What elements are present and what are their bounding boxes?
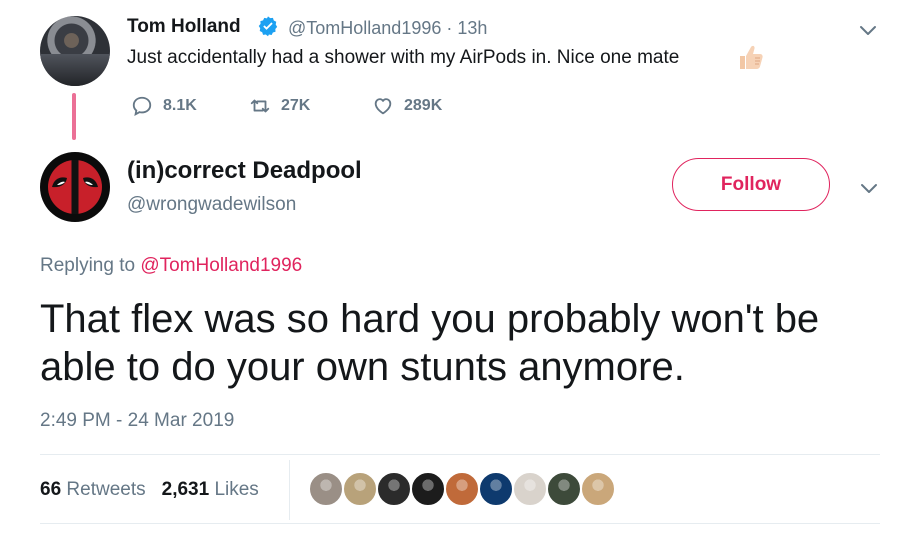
likes-count: 2,631 <box>161 479 210 500</box>
liker-avatar[interactable] <box>478 471 514 507</box>
thread-connector-line <box>72 93 76 140</box>
thumbs-up-emoji-icon <box>740 45 763 69</box>
heart-icon <box>374 98 392 115</box>
liker-avatar[interactable] <box>376 471 412 507</box>
replying-to-prefix: Replying to <box>40 255 141 276</box>
liker-avatars <box>308 471 616 507</box>
like-count: 289K <box>404 97 443 114</box>
replying-to-mention-link[interactable]: @TomHolland1996 <box>140 255 302 276</box>
reply-action[interactable]: 8.1K <box>131 95 197 117</box>
parent-handle-time: @TomHolland1996 · 13h <box>288 18 487 39</box>
likes-label: Likes <box>214 479 259 500</box>
liker-avatar[interactable] <box>410 471 446 507</box>
parent-more-chevron-down-icon[interactable] <box>858 20 878 40</box>
reply-author-name[interactable]: (in)correct Deadpool <box>127 157 362 185</box>
retweets-label: Retweets <box>66 479 146 500</box>
stats-divider <box>289 460 290 520</box>
retweet-action[interactable]: 27K <box>249 95 310 117</box>
follow-button[interactable]: Follow <box>672 158 830 211</box>
reply-tweet-text: That flex was so hard you probably won't… <box>40 297 820 389</box>
parent-time[interactable]: 13h <box>457 18 487 38</box>
divider <box>40 523 880 524</box>
parent-tweet-text: Just accidentally had a shower with my A… <box>127 47 680 68</box>
parent-author-name[interactable]: Tom Holland <box>127 16 241 38</box>
tom-holland-avatar[interactable] <box>40 16 110 86</box>
reply-author-handle[interactable]: @wrongwadewilson <box>127 194 296 216</box>
liker-avatar[interactable] <box>444 471 480 507</box>
reply-more-chevron-down-icon[interactable] <box>859 178 879 198</box>
retweets-count: 66 <box>40 479 62 500</box>
liker-avatar[interactable] <box>580 471 616 507</box>
like-action[interactable]: 289K <box>372 95 442 117</box>
likes-stat[interactable]: 2,631 Likes <box>162 479 259 501</box>
liker-avatar[interactable] <box>546 471 582 507</box>
separator-dot: · <box>441 18 458 38</box>
engagement-stats: 66 Retweets 2,631 Likes <box>40 479 259 501</box>
verified-badge-icon <box>258 16 278 37</box>
parent-handle[interactable]: @TomHolland1996 <box>288 18 441 38</box>
deadpool-avatar[interactable] <box>40 152 110 222</box>
retweet-arrows-icon <box>250 99 270 113</box>
deadpool-mask-icon <box>48 160 102 214</box>
divider <box>40 454 880 455</box>
reply-bubble-icon <box>132 96 152 116</box>
liker-avatar[interactable] <box>342 471 378 507</box>
replying-to-line: Replying to @TomHolland1996 <box>40 255 302 277</box>
liker-avatar[interactable] <box>308 471 344 507</box>
reply-timestamp[interactable]: 2:49 PM - 24 Mar 2019 <box>40 410 234 432</box>
liker-avatar[interactable] <box>512 471 548 507</box>
retweet-count: 27K <box>281 97 311 114</box>
retweets-stat[interactable]: 66 Retweets <box>40 479 146 501</box>
reply-count: 8.1K <box>163 97 197 114</box>
